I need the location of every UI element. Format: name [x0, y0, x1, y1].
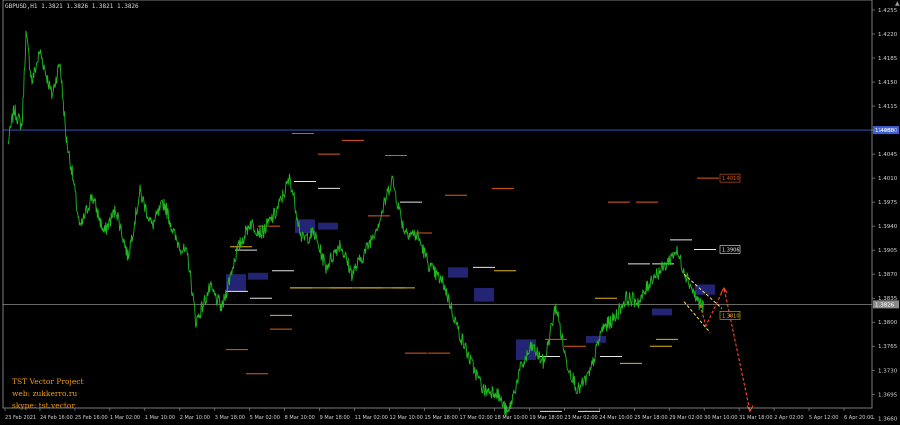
price-tick-label: 1.3800: [878, 320, 898, 326]
price-tick-label: 1.3730: [878, 368, 898, 374]
price-line: [7, 30, 704, 417]
time-tick-label: 24 Feb 16:00: [40, 415, 73, 421]
brand-project: TST Vector Project: [12, 377, 84, 386]
zone-box: [474, 287, 494, 302]
channel-lower: [683, 301, 711, 333]
time-tick-label: 29 Mar 02:00: [669, 415, 702, 421]
symbol-info: GBPUSD,H1 1.3821 1.3826 1.3821 1.3826: [5, 3, 139, 10]
zone-box: [516, 339, 536, 360]
time-tick-label: 17 Mar 02:00: [459, 415, 492, 421]
brand-web: web: zukkerro.ru: [12, 389, 78, 398]
chart-frame: [2, 0, 873, 409]
time-tick-label: 2 Apr 02:00: [774, 415, 803, 421]
price-tick-label: 1.3695: [878, 392, 898, 398]
price-tick-label: 1.4080: [878, 128, 898, 134]
time-tick-label: 3 Mar 18:00: [215, 415, 245, 421]
time-tick-label: 30 Mar 10:00: [704, 415, 737, 421]
time-tick-label: 1 Mar 10:00: [145, 415, 175, 421]
time-tick-label: 2 Mar 10:00: [180, 415, 210, 421]
zone-box: [695, 284, 715, 295]
level-segments: 1.4010 1.3906 1.3810: [226, 133, 741, 412]
price-tick-label: 1.3940: [878, 224, 898, 230]
zone-box: [318, 222, 338, 230]
time-tick-label: 23 Mar 02:00: [564, 415, 597, 421]
price-tick-label: 1.3765: [878, 344, 898, 350]
price-label: 1.3906: [722, 247, 740, 253]
time-tick-label: 9 Mar 18:00: [320, 415, 350, 421]
price-tick-label: 1.4255: [878, 8, 898, 14]
price-tick-label: 1.4220: [878, 32, 898, 38]
time-tick-label: 12 Mar 10:00: [390, 415, 423, 421]
time-tick-label: 18 Mar 10:00: [494, 415, 527, 421]
time-tick-label: 8 Mar 10:00: [285, 415, 315, 421]
horizontal-lines[interactable]: 1.4080 1.3826: [3, 126, 899, 309]
time-tick-label: 25 Feb 16:00: [75, 415, 108, 421]
zone-box: [586, 335, 606, 343]
price-label: 1.3810: [722, 313, 740, 319]
price-tick-label: 1.4045: [878, 152, 898, 158]
time-tick-label: 31 Mar 18:00: [739, 415, 772, 421]
forecast-path: [699, 286, 751, 412]
price-tick-label: 1.4150: [878, 80, 898, 86]
time-tick-label: 23 Feb 2021: [5, 415, 36, 421]
price-tick-label: 1.4010: [878, 176, 898, 182]
price-tick-label: 1.3835: [878, 296, 898, 302]
price-tick-label: 1.3870: [878, 272, 898, 278]
time-tick-label: 5 Apr 12:00: [809, 415, 838, 421]
time-tick-label: 24 Mar 10:00: [599, 415, 632, 421]
price-line-tag-label: 1.3826: [875, 302, 895, 308]
time-tick-label: 11 Mar 02:00: [355, 415, 388, 421]
price-label: 1.4010: [722, 176, 740, 182]
price-series: [7, 30, 704, 417]
time-tick-label: 15 Mar 18:00: [425, 415, 458, 421]
zone-box: [652, 308, 672, 316]
chart-window[interactable]: 1.4080 1.3826 1.4010 1.3906 1.3810 1.4255 1.…: [0, 0, 900, 425]
forecast-arrowhead: [746, 405, 754, 413]
price-tick-label: 1.3905: [878, 248, 898, 254]
time-tick-label: 1 Mar 02:00: [110, 415, 140, 421]
zone-box: [448, 267, 468, 278]
time-tick-label: 19 Mar 18:00: [529, 415, 562, 421]
brand-skype: skype: tst.vector: [12, 401, 76, 410]
price-tick-label: 1.4115: [878, 104, 898, 110]
price-chart[interactable]: 1.4080 1.3826 1.4010 1.3906 1.3810 1.4255 1.…: [0, 0, 900, 425]
zones: [226, 219, 715, 360]
zone-box: [248, 272, 268, 280]
price-tick-label: 1.3660: [878, 416, 898, 422]
price-tick-label: 1.4185: [878, 56, 898, 62]
time-tick-label: 6 Apr 20:00: [844, 415, 873, 421]
price-tick-label: 1.3975: [878, 200, 898, 206]
scroll-up-arrow-icon[interactable]: ▲: [895, 0, 900, 7]
time-tick-label: 5 Mar 02:00: [250, 415, 280, 421]
time-tick-label: 25 Mar 18:00: [634, 415, 667, 421]
